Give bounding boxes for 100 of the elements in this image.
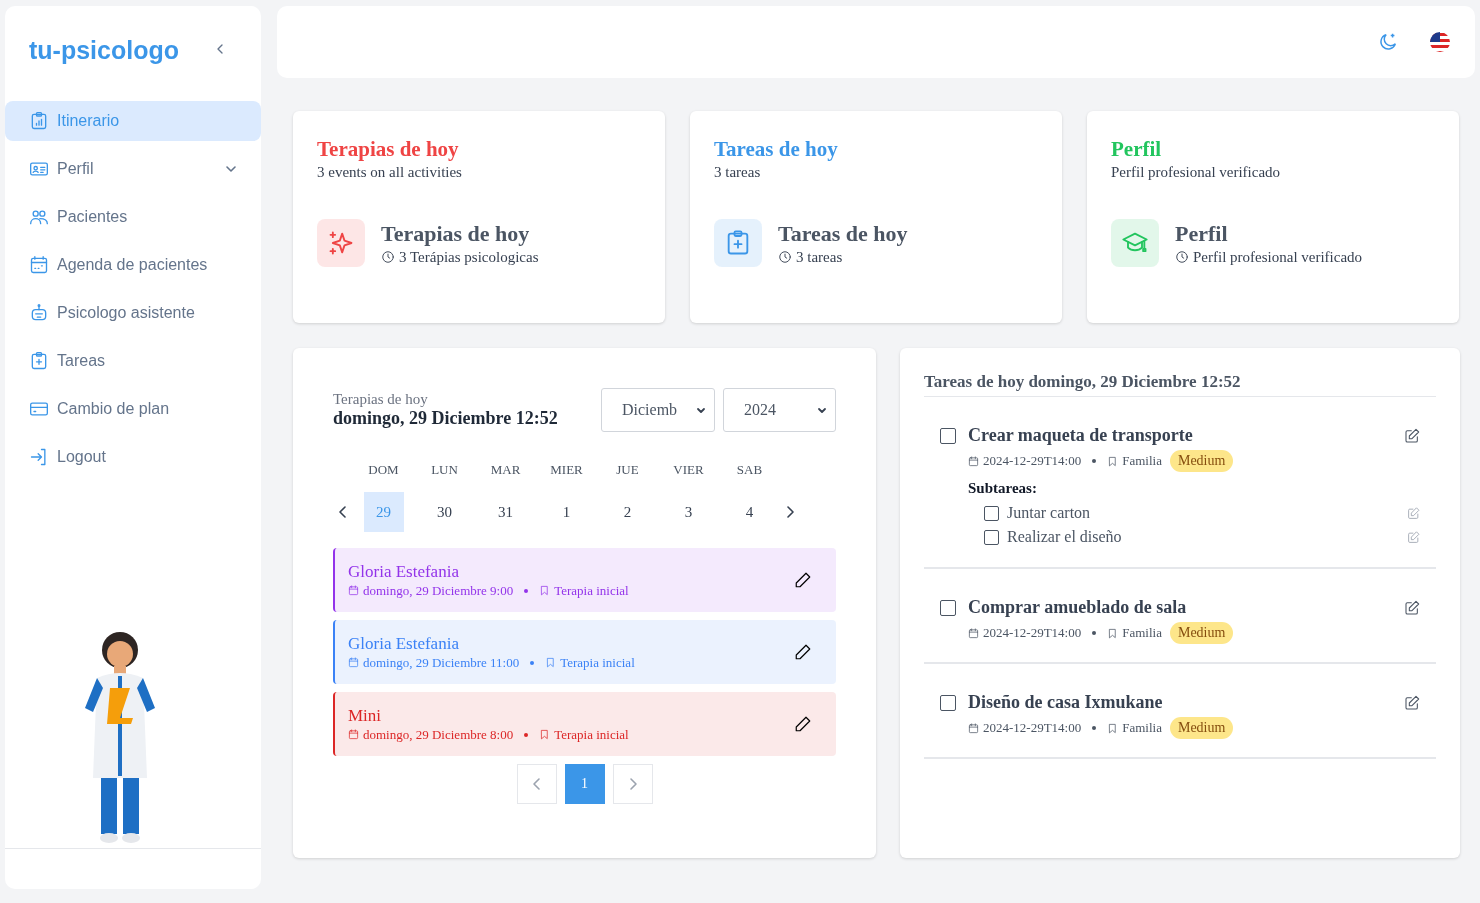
day-cell[interactable]: 1 bbox=[546, 492, 587, 532]
day-cell[interactable]: 31 bbox=[485, 492, 526, 532]
page-button[interactable]: 1 bbox=[564, 764, 605, 804]
clipboard-plus-icon bbox=[29, 351, 49, 371]
card-subtitle: 3 tareas bbox=[714, 164, 762, 181]
sparkles-icon bbox=[327, 229, 355, 257]
card-subtitle: Perfil profesional verificado bbox=[1111, 164, 1282, 181]
caret-icon bbox=[817, 405, 827, 415]
nav-item[interactable]: Agenda de pacientes bbox=[5, 245, 261, 285]
task-title: Comprar amueblado de sala bbox=[968, 597, 1188, 618]
calendar-icon bbox=[348, 657, 359, 668]
day-cell[interactable]: 29 bbox=[363, 492, 404, 532]
checkbox[interactable] bbox=[984, 505, 999, 521]
nav-item[interactable]: Logout bbox=[5, 437, 261, 477]
separator-dot bbox=[1092, 726, 1097, 730]
event-date: domingo, 29 Diciembre 8:00 bbox=[363, 726, 514, 743]
card-detail: Perfil profesional verificado bbox=[1193, 248, 1363, 266]
edit-button[interactable] bbox=[794, 715, 812, 733]
day-cell[interactable]: 4 bbox=[729, 492, 770, 532]
subtask-title: Realizar el diseño bbox=[1007, 528, 1123, 546]
nav-item[interactable]: Perfil bbox=[5, 149, 261, 189]
patient-name: Gloria Estefania bbox=[348, 633, 460, 654]
checkbox[interactable] bbox=[940, 694, 956, 711]
task-date: 2024-12-29T14:00 bbox=[983, 720, 1082, 736]
checkbox[interactable] bbox=[984, 529, 999, 545]
calendar-date: domingo, 29 Diciembre 12:52 bbox=[333, 408, 559, 429]
separator-dot bbox=[530, 660, 535, 665]
chevron-left-icon bbox=[338, 505, 348, 519]
card-title: Perfil bbox=[1111, 137, 1163, 162]
pencil-icon bbox=[794, 643, 812, 661]
event-type: Terapia inicial bbox=[560, 654, 635, 671]
card-detail: 3 tareas bbox=[796, 248, 843, 266]
weekday-label: JUE bbox=[616, 462, 639, 479]
nav-item[interactable]: Tareas bbox=[5, 341, 261, 381]
chevron-right-icon bbox=[785, 505, 795, 519]
card-title: Tareas de hoy bbox=[714, 137, 839, 162]
pencil-icon bbox=[794, 715, 812, 733]
bookmark-icon bbox=[545, 657, 557, 668]
edit-icon bbox=[1407, 530, 1420, 544]
card-title: Terapias de hoy bbox=[317, 137, 460, 162]
event-card[interactable]: Mini domingo, 29 Diciembre 8:00 Terapia inicial bbox=[333, 692, 836, 756]
event-date: domingo, 29 Diciembre 11:00 bbox=[363, 654, 520, 671]
day-cell[interactable]: 2 bbox=[607, 492, 648, 532]
logout-icon bbox=[29, 447, 49, 467]
nav-item[interactable]: Itinerario bbox=[5, 101, 261, 141]
separator-dot bbox=[1092, 459, 1097, 463]
separator-dot bbox=[1092, 631, 1097, 635]
bookmark-icon bbox=[1107, 455, 1119, 467]
brand-logo[interactable]: tu-psicologo bbox=[29, 36, 179, 65]
chevron-right-icon bbox=[627, 777, 638, 791]
separator-dot bbox=[524, 588, 529, 593]
task-category: Familia bbox=[1122, 625, 1162, 641]
day-cell[interactable]: 30 bbox=[424, 492, 465, 532]
subtasks-label: Subtareas: bbox=[968, 480, 1038, 497]
edit-button[interactable] bbox=[794, 571, 812, 589]
edit-icon bbox=[1404, 694, 1420, 711]
month-select[interactable]: Diciemb bbox=[601, 388, 715, 432]
nav-item[interactable]: Psicologo asistente bbox=[5, 293, 261, 333]
pencil-icon bbox=[794, 571, 812, 589]
checkbox[interactable] bbox=[940, 427, 956, 444]
calendar-icon bbox=[968, 455, 979, 467]
weekday-label: SAB bbox=[736, 462, 763, 479]
priority-badge: Medium bbox=[1169, 717, 1234, 739]
subtask-title: Juntar carton bbox=[1007, 504, 1092, 522]
calendar-icon bbox=[968, 722, 979, 734]
checkbox[interactable] bbox=[940, 599, 956, 616]
weekday-label: MAR bbox=[490, 462, 521, 479]
calendar-icon bbox=[348, 729, 359, 740]
nav-item[interactable]: Pacientes bbox=[5, 197, 261, 237]
card-heading: Tareas de hoy bbox=[778, 220, 908, 247]
event-type: Terapia inicial bbox=[554, 726, 629, 743]
patient-name: Mini bbox=[348, 705, 383, 726]
tasks-title: Tareas de hoy domingo, 29 Diciembre 12:52 bbox=[924, 372, 1436, 397]
bookmark-icon bbox=[1107, 722, 1119, 734]
edit-icon bbox=[1404, 599, 1420, 616]
weekday-label: LUN bbox=[431, 462, 458, 479]
robot-icon bbox=[29, 303, 49, 323]
task-category: Familia bbox=[1122, 453, 1162, 469]
event-card[interactable]: Gloria Estefania domingo, 29 Diciembre 9:00 Terapia inicial bbox=[333, 548, 836, 612]
clock-icon bbox=[381, 250, 395, 264]
year-select[interactable]: 2024 bbox=[723, 388, 836, 432]
next-week-button[interactable] bbox=[785, 505, 795, 519]
card-detail: 3 Terápias psicologicas bbox=[399, 248, 539, 266]
priority-badge: Medium bbox=[1169, 450, 1234, 472]
previous-week-button[interactable] bbox=[338, 505, 348, 519]
edit-icon bbox=[1404, 427, 1420, 444]
clock-icon bbox=[778, 250, 792, 264]
day-cell[interactable]: 3 bbox=[668, 492, 709, 532]
edit-button[interactable] bbox=[794, 643, 812, 661]
bookmark-icon bbox=[1107, 627, 1119, 639]
calendar-icon bbox=[29, 255, 49, 275]
event-card[interactable]: Gloria Estefania domingo, 29 Diciembre 11:00 Terapia inicial bbox=[333, 620, 836, 684]
card-subtitle: 3 events on all activities bbox=[317, 164, 463, 181]
moon-icon[interactable] bbox=[1377, 31, 1399, 53]
event-type: Terapia inicial bbox=[554, 582, 629, 599]
chevron-left-icon bbox=[531, 777, 542, 791]
caret-icon bbox=[696, 405, 706, 415]
calendar-caption: Terapias de hoy bbox=[333, 391, 429, 408]
clipboard-chart-icon bbox=[29, 111, 49, 131]
nav-item[interactable]: Cambio de plan bbox=[5, 389, 261, 429]
